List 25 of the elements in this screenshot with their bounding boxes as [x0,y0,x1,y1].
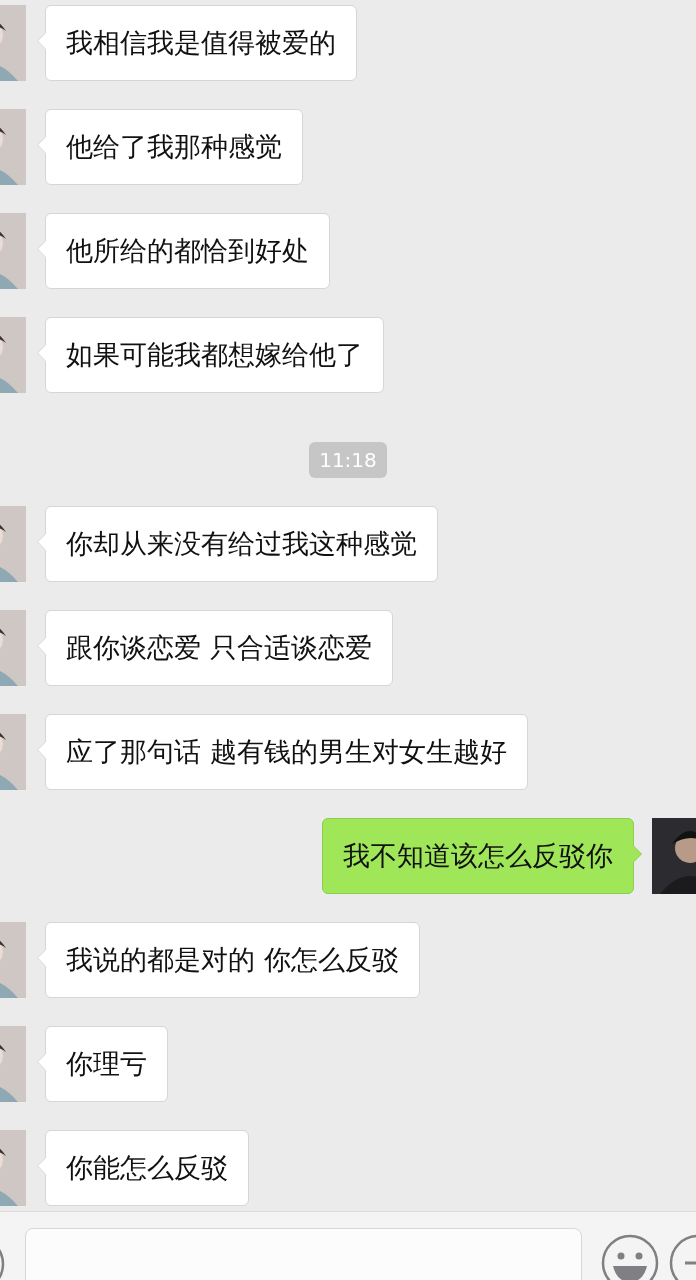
bubble-tail [37,32,46,50]
message-bubble: 你却从来没有给过我这种感觉 [45,506,438,582]
smiley-icon[interactable] [601,1234,659,1280]
bubble-tail [37,741,46,759]
bubble-tail [633,845,642,863]
bubble-tail [37,240,46,258]
message-bubble: 我说的都是对的 你怎么反驳 [45,922,420,998]
message-bubble: 应了那句话 越有钱的男生对女生越好 [45,714,528,790]
message-input-field[interactable] [25,1228,582,1280]
message-bubble: 我相信我是值得被爱的 [45,5,357,81]
message-bubble: 他给了我那种感觉 [45,109,303,185]
bubble-tail [37,949,46,967]
bubble-tail [37,1157,46,1175]
message-bubble: 他所给的都恰到好处 [45,213,330,289]
message-bubble: 如果可能我都想嫁给他了 [45,317,384,393]
message-bubble: 你理亏 [45,1026,168,1102]
timestamp: 11:18 [309,442,387,478]
bubble-tail [37,344,46,362]
message-bubble: 你能怎么反驳 [45,1130,249,1206]
bubble-tail [37,136,46,154]
message-bubble: 跟你谈恋爱 只合适谈恋爱 [45,610,393,686]
message-bubble: 我不知道该怎么反驳你 [322,818,634,894]
bubble-tail [37,1053,46,1071]
bubble-tail [37,533,46,551]
bubble-tail [37,637,46,655]
